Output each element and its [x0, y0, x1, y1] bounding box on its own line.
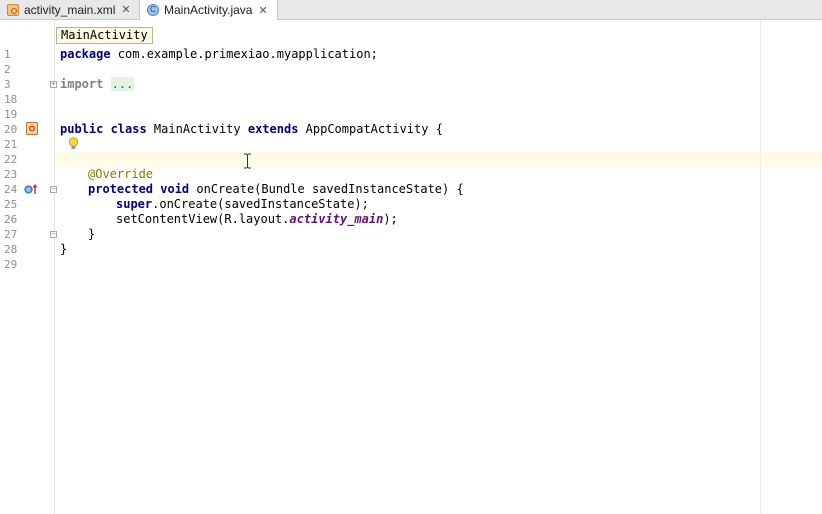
line-number: 3 — [4, 78, 11, 91]
tab-activity-main-xml[interactable]: activity_main.xml ✕ — [0, 0, 140, 19]
line-number: 27 — [4, 228, 18, 241]
code-text: onCreate(Bundle savedInstanceState) { — [189, 182, 464, 196]
xml-layout-icon — [7, 3, 19, 16]
code-text: setContentView(R.layout. — [116, 212, 290, 226]
line-number: 28 — [4, 243, 18, 256]
line-number: 24 — [4, 183, 18, 196]
android-activity-icon[interactable] — [26, 122, 38, 135]
code-line: package com.example.primexiao.myapplicat… — [60, 47, 378, 62]
code-text: } — [60, 242, 68, 256]
code-line: super.onCreate(savedInstanceState); — [116, 197, 369, 212]
right-margin-guide — [760, 20, 761, 514]
line-number: 19 — [4, 108, 18, 121]
tab-label: activity_main.xml — [24, 2, 116, 17]
fold-expand-icon[interactable]: + — [50, 81, 57, 88]
code-text: com.example.primexiao.myapplication; — [110, 47, 378, 61]
gutter-divider — [54, 20, 55, 514]
tab-main-activity-java[interactable]: C MainActivity.java ✕ — [140, 0, 278, 20]
code-line: public class MainActivity extends AppCom… — [60, 122, 443, 137]
lightbulb-icon[interactable] — [68, 137, 79, 150]
java-class-icon: C — [147, 4, 159, 16]
line-number: 20 — [4, 123, 18, 136]
line-number: 22 — [4, 153, 18, 166]
keyword: package — [60, 47, 111, 61]
folded-imports[interactable]: ... — [110, 77, 135, 91]
code-text: ); — [383, 212, 398, 226]
code-text: } — [88, 227, 96, 241]
annotation: @Override — [88, 167, 154, 181]
code-line: protected void onCreate(Bundle savedInst… — [88, 182, 464, 197]
code-text: .onCreate(savedInstanceState); — [152, 197, 369, 211]
line-number: 1 — [4, 48, 11, 61]
code-line: setContentView(R.layout.activity_main); — [116, 212, 398, 227]
code-line: } — [88, 227, 95, 242]
current-line-highlight — [55, 152, 822, 167]
line-number: 18 — [4, 93, 18, 106]
keyword: import — [60, 77, 104, 91]
text-cursor-icon — [244, 153, 251, 169]
code-text: AppCompatActivity { — [298, 122, 443, 136]
overrides-method-icon[interactable]: o — [24, 183, 38, 195]
line-number: 2 — [4, 63, 11, 76]
line-number: 26 — [4, 213, 18, 226]
close-icon[interactable]: ✕ — [258, 4, 267, 17]
fold-collapse-icon[interactable]: − — [50, 186, 57, 193]
keyword: public class — [60, 122, 147, 136]
keyword: protected void — [88, 182, 190, 196]
line-number: 21 — [4, 138, 18, 151]
line-number: 23 — [4, 168, 18, 181]
code-editor[interactable]: MainActivity 1 2 3 18 19 20 21 22 23 24 … — [0, 20, 822, 514]
fold-end-icon[interactable]: − — [50, 231, 57, 238]
line-number: 25 — [4, 198, 18, 211]
tab-label: MainActivity.java — [164, 3, 253, 17]
code-text: MainActivity — [146, 122, 248, 136]
code-line: import ... — [60, 77, 135, 92]
line-number: 29 — [4, 258, 18, 271]
svg-text:o: o — [27, 187, 31, 194]
close-icon[interactable]: ✕ — [121, 3, 130, 16]
code-line: @Override — [88, 167, 153, 182]
breadcrumb[interactable]: MainActivity — [56, 27, 153, 44]
code-line: } — [60, 242, 67, 257]
field-reference: activity_main — [289, 212, 384, 226]
keyword: super — [116, 197, 153, 211]
keyword: extends — [247, 122, 299, 136]
editor-tab-bar: activity_main.xml ✕ C MainActivity.java … — [0, 0, 822, 20]
